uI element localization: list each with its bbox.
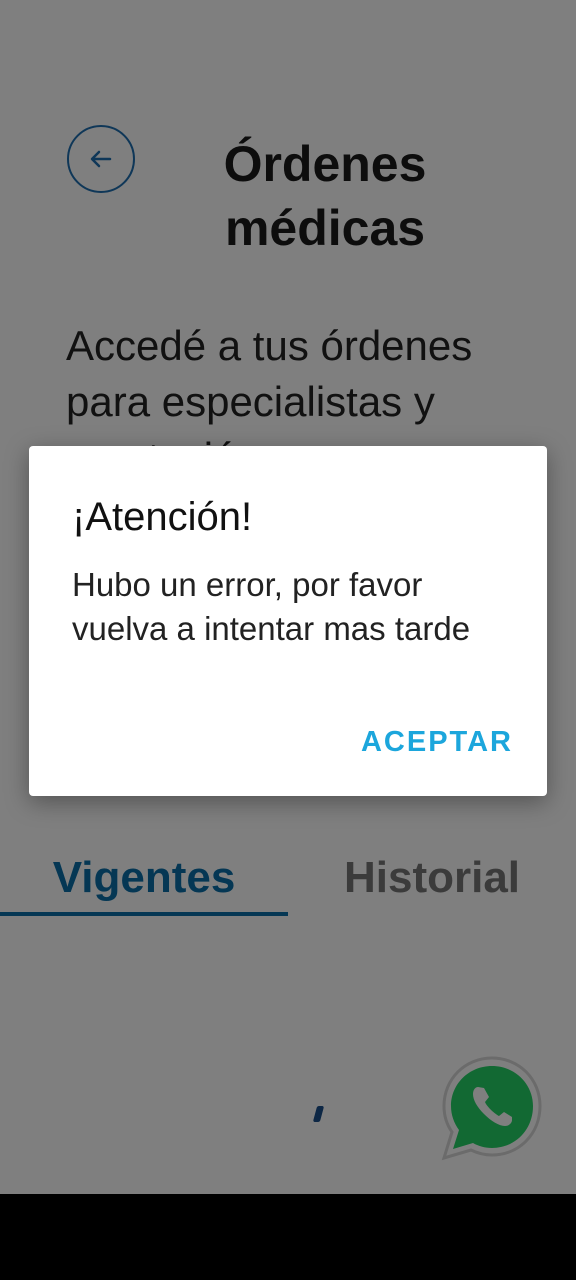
accept-button[interactable]: ACEPTAR [361, 726, 513, 759]
dialog-title: ¡Atención! [72, 495, 253, 539]
dialog-message: Hubo un error, por favor vuelva a intent… [72, 566, 471, 647]
alert-dialog: ¡Atención! Hubo un error, por favor vuel… [29, 446, 547, 796]
system-nav-bar [0, 1194, 576, 1280]
